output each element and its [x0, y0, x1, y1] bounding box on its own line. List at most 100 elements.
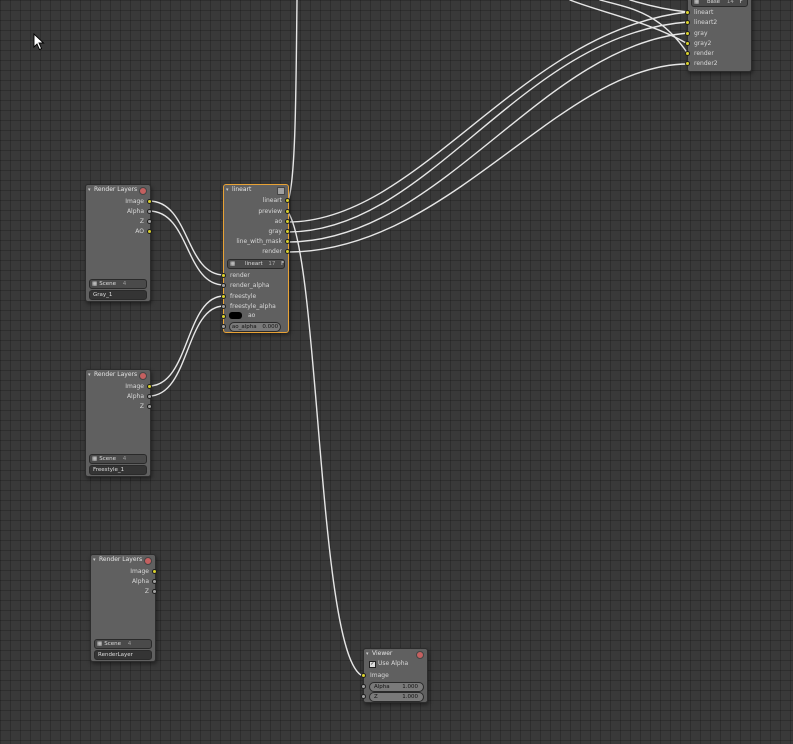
- node-title: Render Layers: [99, 556, 143, 563]
- node-header[interactable]: ▾ Viewer: [364, 649, 427, 659]
- preview-toggle-icon[interactable]: [416, 651, 424, 659]
- output-ao-socket[interactable]: [285, 219, 290, 224]
- output-alpha-socket[interactable]: [147, 394, 152, 399]
- link-preview-viewer: [287, 211, 364, 677]
- output-line-with-mask-label: line_with_mask: [236, 238, 282, 245]
- group-selector[interactable]: ▦ lineart 17 F: [227, 259, 285, 269]
- output-z-label: Z: [144, 588, 149, 595]
- input-freestyle-label: freestyle: [230, 293, 257, 300]
- output-z-socket[interactable]: [147, 404, 152, 409]
- layer-selector[interactable]: Freestyle_1: [89, 465, 147, 475]
- use-alpha-checkbox[interactable]: ✓: [369, 661, 376, 668]
- preview-toggle-icon[interactable]: [144, 557, 152, 565]
- output-image-socket[interactable]: [147, 199, 152, 204]
- input-lineart2-socket[interactable]: [685, 20, 690, 25]
- link-offscreen-2: [599, 0, 689, 55]
- input-render-alpha-label: render_alpha: [230, 282, 270, 289]
- ao-color-swatch[interactable]: [229, 312, 242, 319]
- input-z-socket[interactable]: [361, 694, 366, 699]
- output-z-socket[interactable]: [147, 219, 152, 224]
- output-alpha-socket[interactable]: [152, 579, 157, 584]
- output-z-label: Z: [139, 403, 144, 410]
- ao-alpha-field[interactable]: ao_alpha 0.000: [229, 322, 281, 332]
- alpha-field[interactable]: Alpha 1.000: [369, 682, 424, 692]
- input-render-label: render: [230, 272, 250, 279]
- node-title: Viewer: [372, 650, 393, 657]
- link-group: [148, 0, 689, 677]
- collapse-arrow-icon[interactable]: ▾: [366, 651, 369, 657]
- output-alpha-label: Alpha: [126, 393, 144, 400]
- link-ao-tr: [287, 11, 689, 223]
- output-alpha-socket[interactable]: [147, 209, 152, 214]
- output-lineart-socket[interactable]: [285, 198, 290, 203]
- output-image-label: Image: [125, 383, 144, 390]
- layer-selector[interactable]: Gray_1: [89, 290, 147, 300]
- output-gray-socket[interactable]: [285, 229, 290, 234]
- link-rl2-image-freestyle: [148, 295, 225, 387]
- link-line-tr: [287, 32, 689, 243]
- link-rl1-alpha-renderalpha: [148, 210, 225, 286]
- scene-selector[interactable]: ▦ Scene 4: [94, 639, 152, 649]
- z-field[interactable]: Z 1.000: [369, 692, 424, 702]
- output-ao-label: ao: [274, 218, 282, 225]
- input-lineart2-label: lineart2: [694, 19, 718, 26]
- input-alpha-socket[interactable]: [361, 684, 366, 689]
- render-layers-node-3[interactable]: ▾ Render Layers Image Alpha Z ▦ Scene 4 R…: [90, 554, 157, 662]
- render-layers-node-2[interactable]: ▾ Render Layers Image Alpha Z ▦ Scene 4 F…: [85, 369, 152, 477]
- node-header[interactable]: ▾ Render Layers: [86, 370, 150, 380]
- base-group-node[interactable]: ▦ base 14 F lineart lineart2 gray gray2 …: [685, 0, 752, 72]
- use-alpha-label: Use Alpha: [378, 660, 409, 667]
- link-render-tr: [287, 63, 689, 253]
- node-header[interactable]: ▾ Render Layers: [86, 185, 150, 195]
- lineart-group-node[interactable]: ▾ lineart lineart preview ao gray line_w…: [221, 184, 290, 333]
- input-render2-label: render2: [694, 60, 718, 67]
- collapse-arrow-icon[interactable]: ▾: [88, 372, 91, 378]
- input-ao-alpha-socket[interactable]: [221, 324, 226, 329]
- input-ao-socket[interactable]: [221, 314, 226, 319]
- input-gray2-socket[interactable]: [685, 41, 690, 46]
- node-title: Render Layers: [94, 371, 138, 378]
- layer-selector[interactable]: RenderLayer: [94, 650, 152, 660]
- output-ao-label: AO: [135, 228, 144, 235]
- output-image-label: Image: [130, 568, 149, 575]
- output-image-socket[interactable]: [147, 384, 152, 389]
- input-lineart-socket[interactable]: [685, 10, 690, 15]
- input-render-label: render: [694, 50, 714, 57]
- output-z-socket[interactable]: [152, 589, 157, 594]
- group-selector[interactable]: ▦ base 14 F: [691, 0, 748, 7]
- input-render2-socket[interactable]: [685, 61, 690, 66]
- scene-icon: ▦: [92, 281, 98, 287]
- collapse-arrow-icon[interactable]: ▾: [93, 557, 96, 563]
- scene-selector[interactable]: ▦ Scene 4: [89, 454, 147, 464]
- viewer-node[interactable]: ▾ Viewer ✓ Use Alpha Image Alpha 1.000 Z…: [361, 648, 428, 703]
- input-render-socket[interactable]: [685, 51, 690, 56]
- scene-icon: ▦: [97, 641, 103, 647]
- input-freestyle-alpha-socket[interactable]: [221, 304, 226, 309]
- output-image-label: Image: [125, 198, 144, 205]
- scene-icon: ▦: [92, 456, 98, 462]
- output-render-socket[interactable]: [285, 249, 290, 254]
- preview-toggle-icon[interactable]: [139, 187, 147, 195]
- output-gray-label: gray: [268, 228, 282, 235]
- scene-selector[interactable]: ▦ Scene 4: [89, 279, 147, 289]
- node-header[interactable]: ▾ lineart: [224, 185, 288, 195]
- input-image-socket[interactable]: [361, 673, 366, 678]
- node-tree-icon: ▦: [230, 261, 236, 267]
- output-line-with-mask-socket[interactable]: [285, 239, 290, 244]
- input-render-alpha-socket[interactable]: [221, 283, 226, 288]
- group-edit-icon[interactable]: [277, 187, 285, 195]
- collapse-arrow-icon[interactable]: ▾: [88, 187, 91, 193]
- input-render-socket[interactable]: [221, 273, 226, 278]
- output-ao-socket[interactable]: [147, 229, 152, 234]
- input-freestyle-socket[interactable]: [221, 294, 226, 299]
- preview-toggle-icon[interactable]: [139, 372, 147, 380]
- link-offscreen-1: [569, 0, 689, 45]
- output-preview-socket[interactable]: [285, 209, 290, 214]
- render-layers-node-1[interactable]: ▾ Render Layers Image Alpha Z AO ▦ Scene …: [85, 184, 152, 302]
- output-image-socket[interactable]: [152, 569, 157, 574]
- output-alpha-label: Alpha: [126, 208, 144, 215]
- link-lineart-up: [287, 0, 298, 202]
- collapse-arrow-icon[interactable]: ▾: [226, 187, 229, 193]
- input-gray-socket[interactable]: [685, 31, 690, 36]
- node-header[interactable]: ▾ Render Layers: [91, 555, 155, 565]
